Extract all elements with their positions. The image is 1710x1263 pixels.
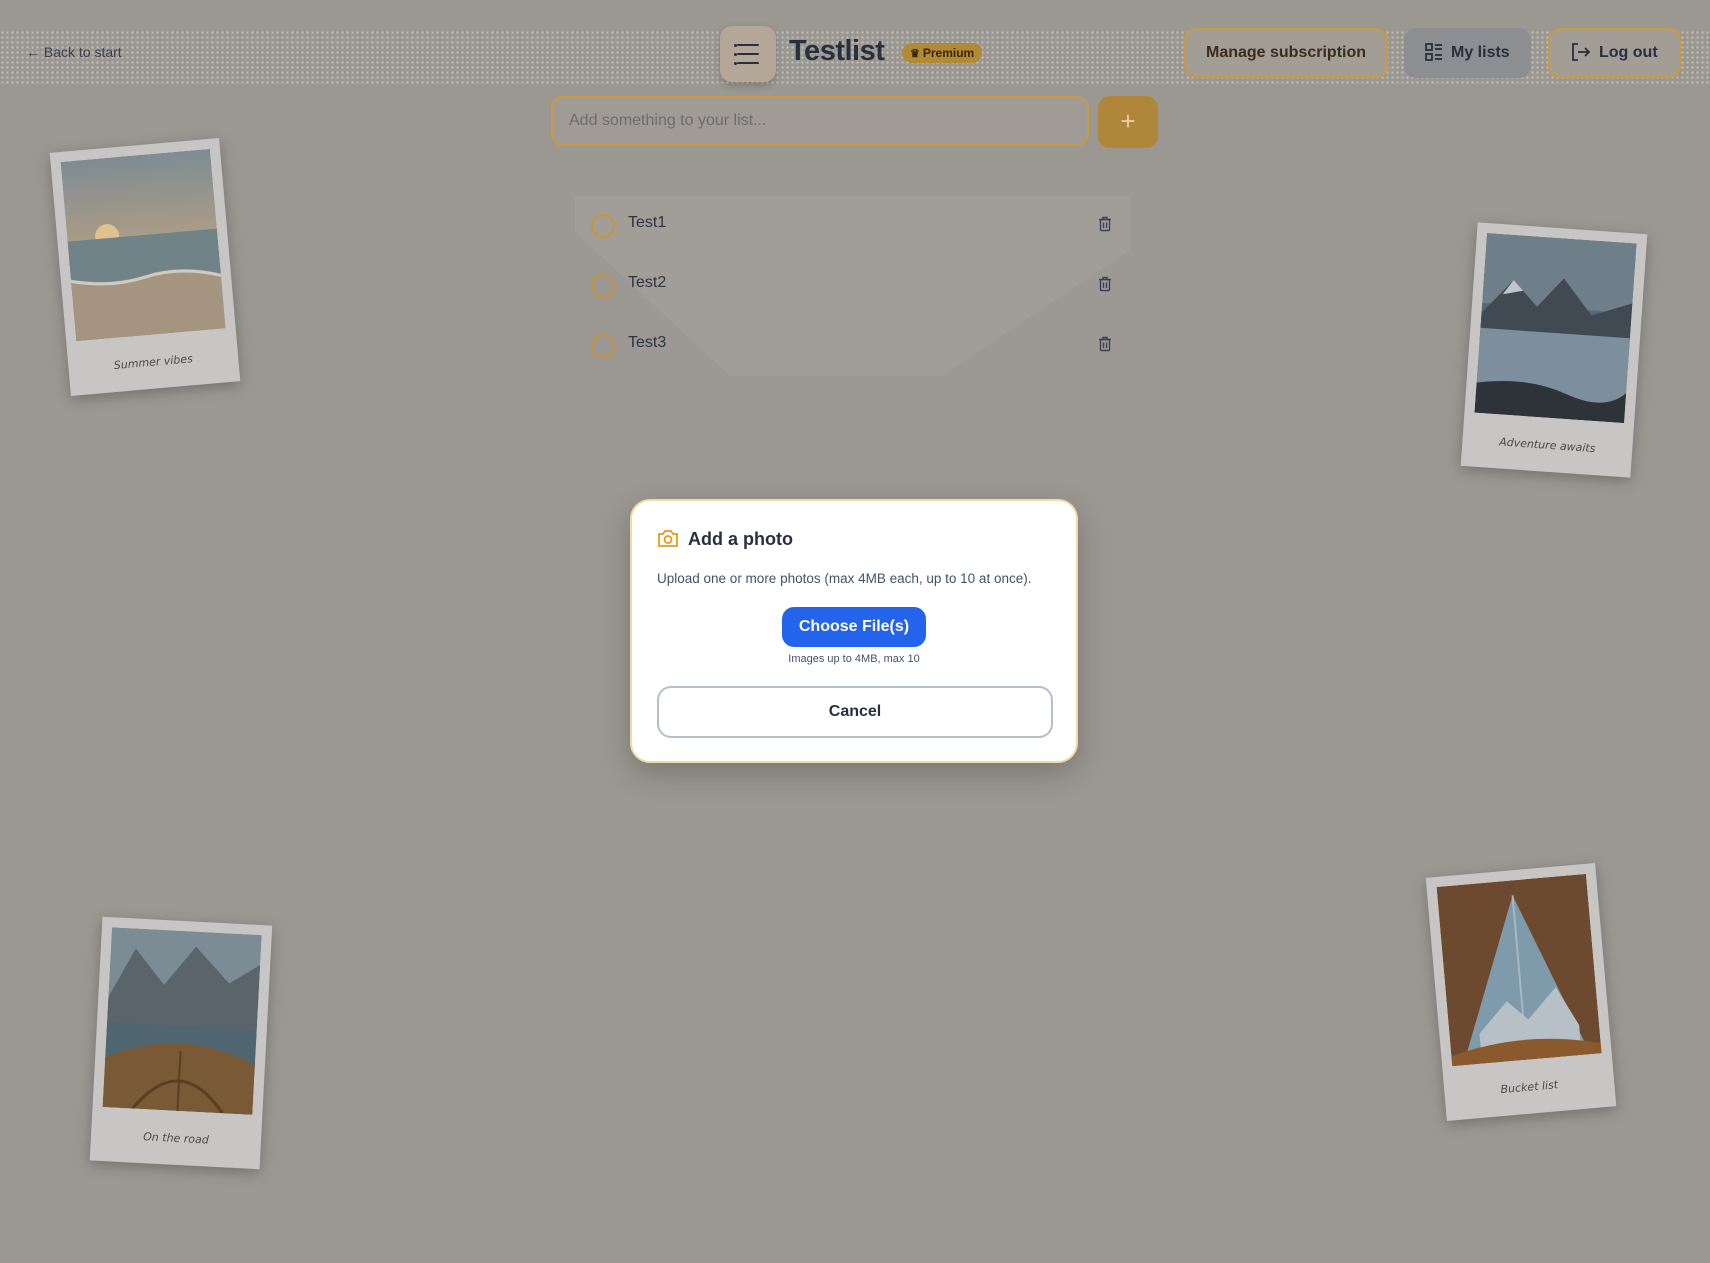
manage-subscription-button[interactable]: Manage subscription <box>1184 28 1388 78</box>
manage-subscription-label: Manage subscription <box>1205 44 1367 61</box>
item-checkbox[interactable] <box>591 274 615 298</box>
list-item[interactable]: Test3 <box>591 326 1118 366</box>
list-item[interactable]: Test1 <box>591 206 1118 246</box>
my-lists-button[interactable]: My lists <box>1404 28 1531 78</box>
modal-title: Add a photo <box>657 529 793 550</box>
polaroid-caption: On the road <box>142 1130 210 1147</box>
trash-icon[interactable] <box>1098 336 1112 352</box>
premium-badge-label: Premium <box>922 46 975 60</box>
crown-icon: ♛ <box>910 48 920 60</box>
cancel-button[interactable]: Cancel <box>657 686 1053 738</box>
item-label: Test1 <box>628 214 667 231</box>
list-item[interactable]: Test2 <box>591 266 1118 306</box>
camera-icon <box>658 530 678 547</box>
my-lists-label: My lists <box>1451 44 1510 61</box>
trash-icon[interactable] <box>1098 216 1112 232</box>
menu-button[interactable] <box>720 26 776 82</box>
polaroid-caption: Summer vibes <box>113 352 194 373</box>
logout-icon <box>1572 42 1591 61</box>
modal-description: Upload one or more photos (max 4MB each,… <box>657 571 1032 586</box>
add-item-input[interactable] <box>551 96 1089 146</box>
polaroid-caption: Bucket list <box>1500 1078 1559 1097</box>
item-label: Test3 <box>628 334 667 351</box>
trash-icon[interactable] <box>1098 276 1112 292</box>
item-label: Test2 <box>628 274 667 291</box>
log-out-label: Log out <box>1599 44 1658 61</box>
mountain-lake-photo <box>1474 233 1637 424</box>
polaroid-summer: Summer vibes <box>49 138 241 396</box>
add-item-button[interactable]: + <box>1098 96 1158 148</box>
item-checkbox[interactable] <box>591 334 615 358</box>
log-out-button[interactable]: Log out <box>1548 28 1681 78</box>
polaroid-road: On the road <box>89 916 273 1170</box>
choose-files-button[interactable]: Choose File(s) <box>782 607 926 647</box>
premium-badge: ♛ Premium <box>902 43 983 63</box>
add-photo-modal: Add a photo Upload one or more photos (m… <box>630 499 1078 763</box>
list-grid-icon <box>1425 42 1442 61</box>
tent-forest-photo <box>1436 873 1602 1067</box>
upload-hint: Images up to 4MB, max 10 <box>788 653 920 665</box>
back-to-start-link[interactable]: ← Back to start <box>26 44 122 60</box>
polaroid-caption: Adventure awaits <box>1498 435 1596 456</box>
beach-sunset-photo <box>60 148 226 342</box>
app-title: Testlist <box>789 35 885 67</box>
polaroid-adventure: Adventure awaits <box>1460 222 1648 478</box>
modal-title-text: Add a photo <box>688 529 793 549</box>
polaroid-bucket: Bucket list <box>1425 863 1617 1121</box>
item-checkbox[interactable] <box>591 214 615 238</box>
boat-lake-photo <box>102 927 262 1115</box>
